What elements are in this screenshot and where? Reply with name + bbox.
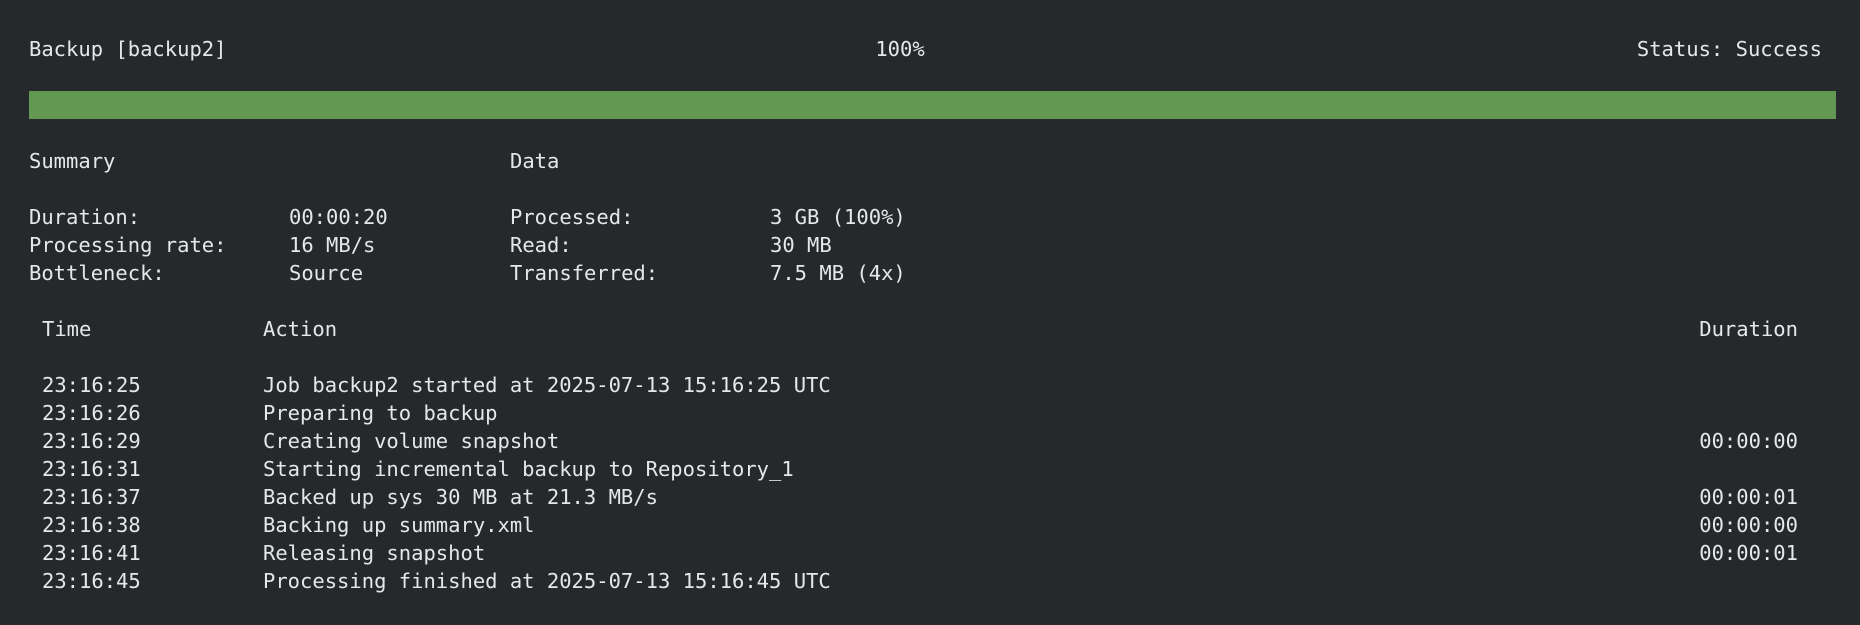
progress-bar [29,91,1836,119]
log-time: 23:16:38 [42,513,141,537]
log-row: 23:16:31 Starting incremental backup to … [0,455,1860,483]
log-duration: 00:00:00 [1699,513,1798,537]
job-status: Status: Success [1636,37,1822,61]
log-row: 23:16:45 Processing finished at 2025-07-… [0,567,1860,595]
summary-label-bottleneck: Bottleneck: [29,261,165,285]
log-time: 23:16:45 [42,569,141,593]
data-label-processed: Processed: [510,205,634,229]
log-time: 23:16:25 [42,373,141,397]
log-action: Backing up summary.xml [263,513,535,537]
log-action: Backed up sys 30 MB at 21.3 MB/s [263,485,658,509]
log-action: Starting incremental backup to Repositor… [263,457,794,481]
log-time: 23:16:37 [42,485,141,509]
log-column-time: Time [42,317,92,341]
log-time: 23:16:26 [42,401,141,425]
backup-job-screen: Backup [backup2] 100% Status: Success Su… [0,0,1860,625]
log-time: 23:16:41 [42,541,141,565]
log-row: 23:16:26 Preparing to backup [0,399,1860,427]
summary-label-processing-rate: Processing rate: [29,233,227,257]
log-action: Releasing snapshot [263,541,486,565]
data-label-transferred: Transferred: [510,261,659,285]
data-value-read: 30 MB [770,233,832,257]
progress-bar-fill [29,91,1836,119]
summary-heading: Summary [29,149,116,173]
summary-value-processing-rate: 16 MB/s [289,233,376,257]
log-duration: 00:00:01 [1699,485,1798,509]
summary-label-duration: Duration: [29,205,141,229]
log-row: 23:16:37 Backed up sys 30 MB at 21.3 MB/… [0,483,1860,511]
log-row: 23:16:25 Job backup2 started at 2025-07-… [0,371,1860,399]
data-value-processed: 3 GB (100%) [770,205,906,229]
log-duration: 00:00:00 [1699,429,1798,453]
data-heading: Data [510,149,560,173]
log-time: 23:16:29 [42,429,141,453]
log-row: 23:16:29 Creating volume snapshot 00:00:… [0,427,1860,455]
summary-value-bottleneck: Source [289,261,364,285]
log-time: 23:16:31 [42,457,141,481]
log-action: Processing finished at 2025-07-13 15:16:… [263,569,831,593]
summary-value-duration: 00:00:20 [289,205,388,229]
log-action: Preparing to backup [263,401,498,425]
log-action: Job backup2 started at 2025-07-13 15:16:… [263,373,831,397]
log-row: 23:16:38 Backing up summary.xml 00:00:00 [0,511,1860,539]
progress-percent: 100% [875,37,925,61]
data-value-transferred: 7.5 MB (4x) [770,261,906,285]
log-column-action: Action [263,317,338,341]
log-row: 23:16:41 Releasing snapshot 00:00:01 [0,539,1860,567]
log-duration: 00:00:01 [1699,541,1798,565]
log-column-duration: Duration [1699,317,1798,341]
log-table: 23:16:25 Job backup2 started at 2025-07-… [0,371,1860,595]
log-action: Creating volume snapshot [263,429,560,453]
data-label-read: Read: [510,233,572,257]
